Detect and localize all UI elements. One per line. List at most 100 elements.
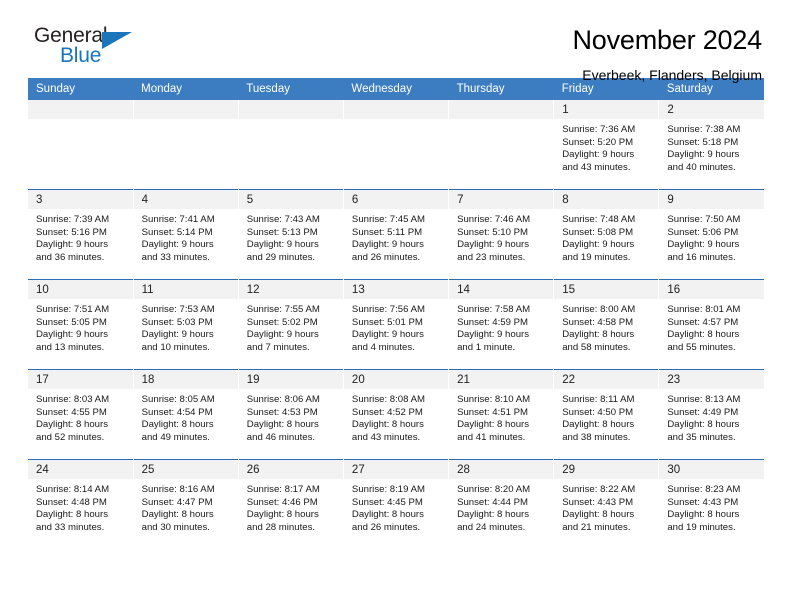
sunset-text: Sunset: 5:14 PM — [141, 226, 213, 238]
daylight-text-line2: and 52 minutes. — [36, 431, 105, 443]
sunrise-text: Sunrise: 7:51 AM — [36, 304, 110, 315]
day-cell[interactable]: 13 Sunrise: 7:56 AM Sunset: 5:01 PM Dayligh… — [343, 279, 450, 370]
daylight-text-line1: Daylight: 8 hours — [667, 419, 740, 431]
daylight-text-line2: and 21 minutes. — [562, 521, 631, 533]
day-cell[interactable]: 22 Sunrise: 8:11 AM Sunset: 4:50 PM Dayligh… — [553, 369, 660, 460]
day-cell[interactable]: 10 Sunrise: 7:51 AM Sunset: 5:05 PM Dayligh… — [28, 279, 134, 370]
daylight-text-line2: and 23 minutes. — [457, 251, 526, 263]
daylight-text-line1: Daylight: 8 hours — [457, 419, 530, 431]
daylight-text-line1: Daylight: 9 hours — [141, 239, 214, 251]
sunset-text: Sunset: 5:10 PM — [457, 226, 528, 238]
day-number — [343, 100, 449, 119]
daylight-text-line1: Daylight: 9 hours — [36, 239, 108, 251]
day-cell[interactable]: 26 Sunrise: 8:17 AM Sunset: 4:46 PM Dayligh… — [238, 459, 344, 549]
day-number: 15 — [554, 280, 659, 299]
day-number: 19 — [238, 370, 343, 389]
sunset-text: Sunset: 5:03 PM — [141, 316, 213, 328]
sunset-text: Sunset: 5:06 PM — [667, 226, 739, 238]
sunrise-text: Sunrise: 7:39 AM — [36, 214, 110, 225]
day-cell[interactable] — [133, 100, 239, 190]
sunrise-text: Sunrise: 7:53 AM — [141, 304, 215, 315]
sunrise-text: Sunrise: 8:08 AM — [351, 394, 425, 405]
daylight-text-line1: Daylight: 9 hours — [351, 239, 424, 251]
day-cell[interactable] — [343, 100, 450, 190]
daylight-text-line1: Daylight: 8 hours — [457, 509, 530, 521]
daylight-text-line1: Daylight: 9 hours — [457, 329, 530, 341]
day-cell[interactable]: 8 Sunrise: 7:48 AM Sunset: 5:08 PM Daylight… — [553, 189, 660, 280]
day-cell[interactable]: 19 Sunrise: 8:06 AM Sunset: 4:53 PM Dayligh… — [238, 369, 344, 460]
day-number: 27 — [343, 460, 449, 479]
day-cell[interactable]: 3 Sunrise: 7:39 AM Sunset: 5:16 PM Daylight… — [28, 189, 134, 280]
day-number: 17 — [28, 370, 133, 389]
day-cell[interactable]: 21 Sunrise: 8:10 AM Sunset: 4:51 PM Dayligh… — [448, 369, 555, 460]
daylight-text-line1: Daylight: 9 hours — [457, 239, 530, 251]
day-number: 11 — [133, 280, 238, 299]
day-cell[interactable]: 9 Sunrise: 7:50 AM Sunset: 5:06 PM Daylight… — [658, 189, 764, 280]
day-number: 21 — [449, 370, 554, 389]
sunset-text: Sunset: 4:58 PM — [562, 316, 634, 328]
sunset-text: Sunset: 4:49 PM — [667, 406, 739, 418]
sunset-text: Sunset: 4:59 PM — [457, 316, 528, 328]
day-number: 30 — [659, 460, 764, 479]
day-cell[interactable]: 4 Sunrise: 7:41 AM Sunset: 5:14 PM Daylight… — [133, 189, 239, 280]
day-number: 29 — [554, 460, 659, 479]
daylight-text-line2: and 36 minutes. — [36, 251, 105, 263]
sunset-text: Sunset: 5:08 PM — [562, 226, 634, 238]
day-cell[interactable]: 7 Sunrise: 7:46 AM Sunset: 5:10 PM Daylight… — [448, 189, 555, 280]
sunrise-text: Sunrise: 7:43 AM — [246, 214, 320, 225]
day-cell[interactable]: 12 Sunrise: 7:55 AM Sunset: 5:02 PM Dayligh… — [238, 279, 344, 370]
weekday-header-sunday: Sunday — [28, 78, 134, 100]
day-number — [28, 100, 133, 119]
day-cell[interactable]: 23 Sunrise: 8:13 AM Sunset: 4:49 PM Dayligh… — [658, 369, 764, 460]
brand-logo[interactable]: General Blue — [28, 24, 174, 74]
day-cell[interactable]: 18 Sunrise: 8:05 AM Sunset: 4:54 PM Dayligh… — [133, 369, 239, 460]
day-cell[interactable] — [448, 100, 555, 190]
day-number: 28 — [449, 460, 554, 479]
day-number: 12 — [238, 280, 343, 299]
sunrise-text: Sunrise: 8:16 AM — [141, 484, 215, 495]
day-cell[interactable]: 17 Sunrise: 8:03 AM Sunset: 4:55 PM Dayligh… — [28, 369, 134, 460]
day-cell[interactable]: 29 Sunrise: 8:22 AM Sunset: 4:43 PM Dayligh… — [553, 459, 660, 549]
sunset-text: Sunset: 4:54 PM — [141, 406, 213, 418]
day-cell[interactable] — [238, 100, 344, 190]
day-cell[interactable]: 2 Sunrise: 7:38 AM Sunset: 5:18 PM Daylight… — [658, 100, 764, 190]
day-cell[interactable]: 6 Sunrise: 7:45 AM Sunset: 5:11 PM Daylight… — [343, 189, 450, 280]
day-cell[interactable]: 25 Sunrise: 8:16 AM Sunset: 4:47 PM Dayligh… — [133, 459, 239, 549]
day-cell[interactable]: 16 Sunrise: 8:01 AM Sunset: 4:57 PM Dayligh… — [658, 279, 764, 370]
sunset-text: Sunset: 5:02 PM — [246, 316, 318, 328]
day-number: 9 — [659, 190, 764, 209]
day-cell[interactable] — [28, 100, 134, 190]
daylight-text-line2: and 33 minutes. — [36, 521, 105, 533]
daylight-text-line2: and 30 minutes. — [141, 521, 210, 533]
daylight-text-line1: Daylight: 9 hours — [36, 329, 108, 341]
day-cell[interactable]: 15 Sunrise: 8:00 AM Sunset: 4:58 PM Dayligh… — [553, 279, 660, 370]
sunrise-text: Sunrise: 7:55 AM — [246, 304, 320, 315]
day-cell[interactable]: 28 Sunrise: 8:20 AM Sunset: 4:44 PM Dayligh… — [448, 459, 555, 549]
day-cell[interactable]: 20 Sunrise: 8:08 AM Sunset: 4:52 PM Dayligh… — [343, 369, 450, 460]
daylight-text-line1: Daylight: 9 hours — [667, 149, 740, 161]
daylight-text-line1: Daylight: 8 hours — [246, 509, 319, 521]
sunrise-text: Sunrise: 7:58 AM — [457, 304, 531, 315]
weekday-header-monday: Monday — [133, 78, 239, 100]
day-cell[interactable]: 5 Sunrise: 7:43 AM Sunset: 5:13 PM Daylight… — [238, 189, 344, 280]
daylight-text-line1: Daylight: 8 hours — [141, 419, 214, 431]
day-number: 7 — [449, 190, 554, 209]
day-number: 16 — [659, 280, 764, 299]
sunset-text: Sunset: 5:16 PM — [36, 226, 107, 238]
daylight-text-line1: Daylight: 9 hours — [351, 329, 424, 341]
day-number — [238, 100, 343, 119]
day-cell[interactable]: 24 Sunrise: 8:14 AM Sunset: 4:48 PM Dayligh… — [28, 459, 134, 549]
week-row: 1 Sunrise: 7:36 AM Sunset: 5:20 PM Daylight… — [28, 100, 764, 190]
daylight-text-line2: and 19 minutes. — [667, 521, 736, 533]
daylight-text-line2: and 7 minutes. — [246, 341, 310, 353]
sunset-text: Sunset: 4:45 PM — [351, 496, 423, 508]
day-cell[interactable]: 14 Sunrise: 7:58 AM Sunset: 4:59 PM Dayligh… — [448, 279, 555, 370]
daylight-text-line1: Daylight: 8 hours — [562, 329, 635, 341]
day-cell[interactable]: 1 Sunrise: 7:36 AM Sunset: 5:20 PM Daylight… — [553, 100, 660, 190]
day-cell[interactable]: 11 Sunrise: 7:53 AM Sunset: 5:03 PM Dayligh… — [133, 279, 239, 370]
day-cell[interactable]: 30 Sunrise: 8:23 AM Sunset: 4:43 PM Dayligh… — [658, 459, 764, 549]
day-cell[interactable]: 27 Sunrise: 8:19 AM Sunset: 4:45 PM Dayligh… — [343, 459, 450, 549]
sunrise-text: Sunrise: 8:22 AM — [562, 484, 636, 495]
daylight-text-line2: and 16 minutes. — [667, 251, 736, 263]
day-number: 4 — [133, 190, 238, 209]
